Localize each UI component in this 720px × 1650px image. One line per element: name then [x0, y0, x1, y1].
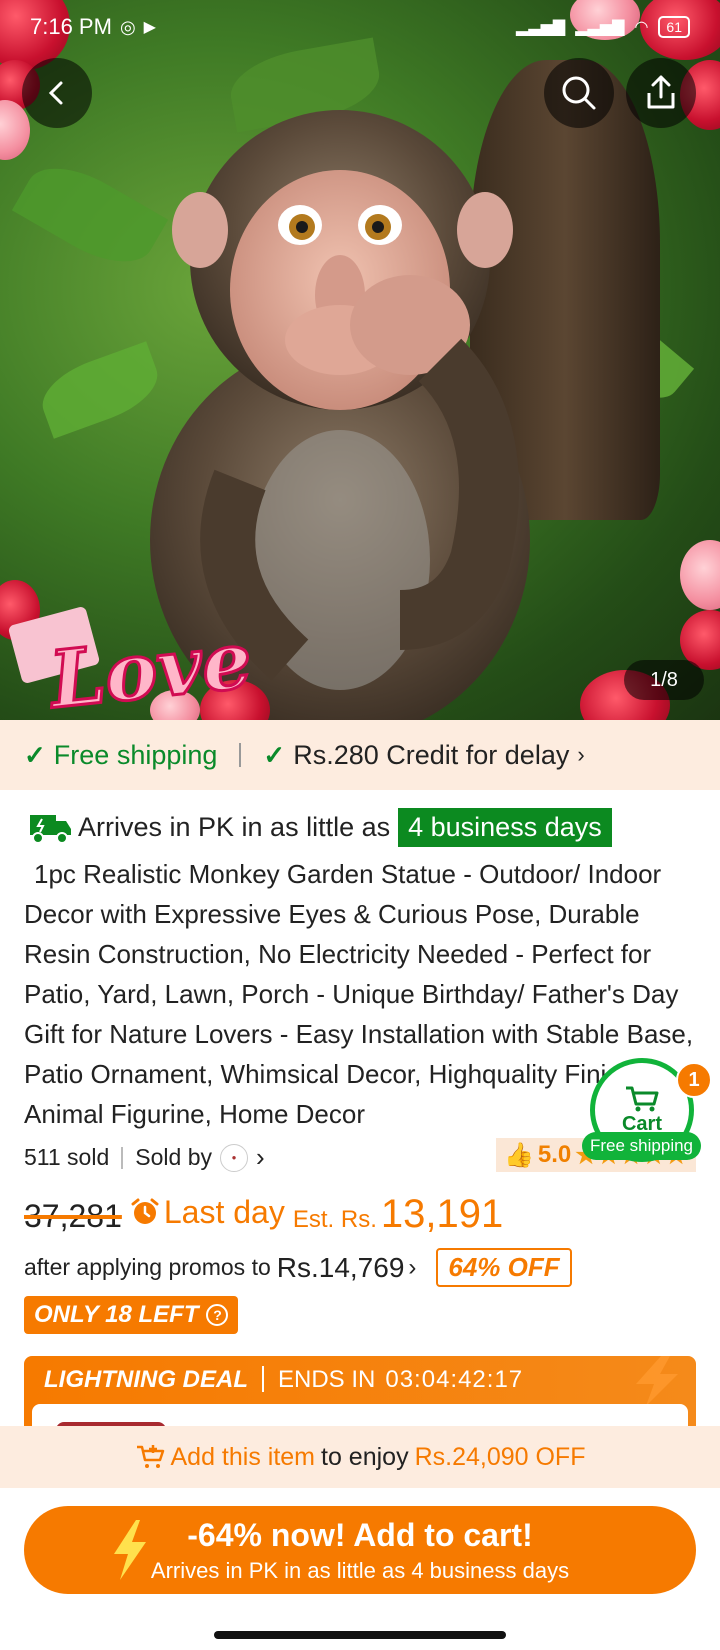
chevron-right-icon: › [577, 742, 585, 767]
enjoy-middle-text: to enjoy [321, 1442, 409, 1471]
stock-badge[interactable]: ONLY 18 LEFT ? [24, 1296, 239, 1334]
final-price: 13,191 [380, 1192, 504, 1236]
cart-free-shipping-label: Free shipping [582, 1132, 702, 1160]
deal-ends-label: ENDS IN [278, 1366, 376, 1393]
divider [121, 1146, 124, 1169]
original-price: 37,281 [24, 1198, 122, 1234]
seller-logo-icon[interactable]: ● [219, 1143, 248, 1172]
cart-count-badge: 1 [676, 1062, 712, 1098]
promo-row[interactable]: after applying promos to Rs.14,769 › 64%… [24, 1248, 572, 1287]
floating-cart-button[interactable]: Cart 1 Free shipping [582, 1058, 712, 1166]
share-button[interactable] [626, 58, 696, 128]
alarm-clock-icon [131, 1198, 159, 1224]
free-shipping-item[interactable]: ✓ Free shipping [24, 740, 217, 771]
deal-countdown: 03:04:42:17 [385, 1366, 524, 1393]
back-button[interactable] [22, 58, 92, 128]
last-day-label: Last day [130, 1194, 285, 1231]
signal-icon: ▂▃▅▇ [575, 19, 625, 36]
delivery-prefix: Arrives in PK in as little as [78, 812, 391, 842]
chevron-right-icon[interactable]: › [408, 1254, 416, 1282]
delivery-estimate: Arrives in PK in as little as 4 business… [24, 808, 612, 847]
promo-prefix: after applying promos to [24, 1254, 271, 1280]
delivery-days-badge: 4 business days [398, 808, 612, 847]
lightning-bolt-icon [114, 1520, 146, 1580]
discount-badge: 64% OFF [436, 1248, 572, 1287]
price-row: 37,281 Last day Est. Rs. 13,191 [24, 1192, 503, 1237]
image-counter: 1/8 [624, 660, 704, 700]
shipping-info-strip[interactable]: ✓ Free shipping ✓ Rs.280 Credit for dela… [0, 720, 720, 790]
delay-credit-label: Rs.280 Credit for delay [293, 739, 570, 770]
home-indicator[interactable] [214, 1631, 506, 1639]
chevron-left-icon [48, 81, 63, 105]
add-to-cart-button[interactable]: -64% now! Add to cart! Arrives in PK in … [24, 1506, 696, 1594]
product-image-gallery[interactable]: Love 7:16 PM ◎ ▶ ▂▃▅▇ ▂▃▅▇ ◠ 61 1/8 [0, 0, 720, 720]
check-icon: ✓ [263, 739, 286, 770]
free-shipping-label: Free shipping [53, 739, 218, 770]
rating-value: 5.0 [537, 1141, 572, 1168]
wifi-icon: ◠ [634, 19, 649, 36]
sold-count: 511 sold [24, 1144, 110, 1170]
enjoy-amount: Rs.24,090 OFF [414, 1442, 586, 1471]
add-to-cart-label: -64% now! Add to cart! [187, 1516, 533, 1553]
check-icon: ✓ [24, 739, 46, 770]
lightning-bolt-icon [636, 1356, 678, 1406]
est-price-label: Est. Rs. [292, 1206, 377, 1233]
signal-icon: ▂▃▅▇ [516, 19, 566, 36]
promo-price: Rs.14,769 [276, 1251, 405, 1283]
youtube-icon: ▶ [143, 19, 156, 36]
search-button[interactable] [544, 58, 614, 128]
lightning-deal-banner[interactable]: LIGHTNING DEAL ENDS IN 03:04:42:17 [24, 1356, 696, 1426]
add-item-link[interactable]: Add this item [171, 1443, 316, 1472]
thumbs-up-icon: 👍 [504, 1141, 534, 1169]
cart-icon [626, 1086, 659, 1111]
promo-bar[interactable]: Add this item to enjoy Rs.24,090 OFF [0, 1426, 720, 1488]
cart-plus-icon [136, 1445, 164, 1468]
stock-badge-label: ONLY 18 LEFT [34, 1301, 199, 1328]
last-day-text: Last day [163, 1193, 285, 1230]
truck-icon [30, 814, 71, 844]
share-icon [647, 75, 675, 109]
add-to-cart-sublabel: Arrives in PK in as little as 4 business… [150, 1557, 570, 1583]
chevron-right-icon[interactable]: › [256, 1142, 265, 1173]
delay-credit-link[interactable]: ✓ Rs.280 Credit for delay › [263, 740, 584, 771]
rose-decoration [680, 540, 720, 610]
divider [239, 743, 242, 767]
status-bar: 7:16 PM ◎ ▶ ▂▃▅▇ ▂▃▅▇ ◠ 61 [0, 0, 720, 54]
help-icon[interactable]: ? [206, 1304, 229, 1326]
search-icon [562, 76, 596, 110]
sold-by-label[interactable]: Sold by [135, 1144, 212, 1171]
divider [262, 1366, 264, 1392]
sales-meta-row: 511 sold Sold by ● › [24, 1142, 265, 1173]
whatsapp-icon: ◎ [119, 16, 136, 37]
battery-icon: 61 [658, 16, 690, 38]
deal-title: LIGHTNING DEAL [44, 1366, 248, 1393]
status-time: 7:16 PM [30, 14, 112, 39]
deal-content-panel [32, 1404, 688, 1426]
